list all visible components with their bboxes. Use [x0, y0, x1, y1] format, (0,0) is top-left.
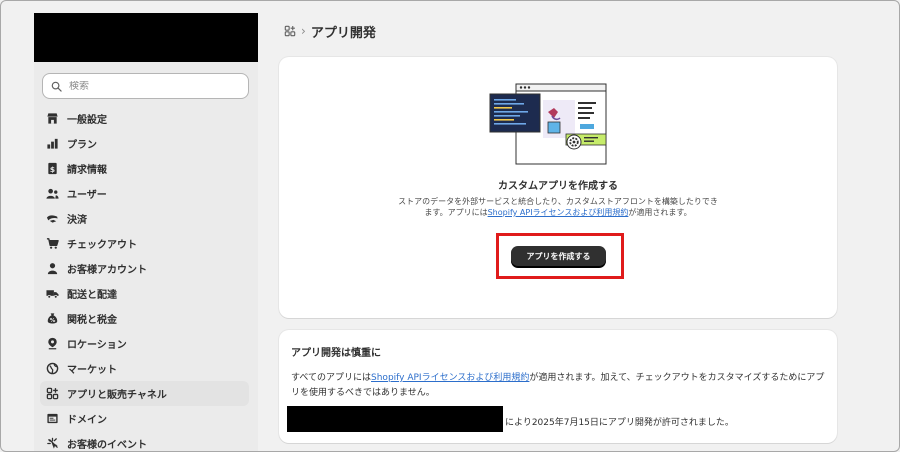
events-icon: [47, 437, 58, 449]
plan-icon: [47, 138, 58, 149]
sidebar-item-label: ユーザー: [67, 190, 107, 201]
apps-icon[interactable]: [284, 25, 296, 37]
billing-icon: $: [48, 162, 57, 175]
caution-title: アプリ開発は慎重に: [291, 348, 381, 359]
sidebar-item-markets[interactable]: マーケット: [40, 356, 249, 381]
caution-text: すべてのアプリにはShopify APIライセンスおよび利用規約が適用されます。…: [291, 371, 826, 401]
sidebar-item-customer-accounts[interactable]: お客様アカウント: [40, 256, 249, 281]
sidebar-item-label: 決済: [67, 215, 87, 226]
svg-text:$: $: [50, 165, 55, 174]
api-terms-link[interactable]: Shopify APIライセンスおよび利用規約: [371, 373, 529, 383]
sidebar: 一般設定 プラン $ 請求情報 ユーザー 決済 チェックアウト お客様アカウント: [34, 13, 258, 452]
settings-nav: 一般設定 プラン $ 請求情報 ユーザー 決済 チェックアウト お客様アカウント: [40, 106, 249, 452]
sidebar-item-taxes[interactable]: % 関税と税金: [40, 306, 249, 331]
sidebar-item-label: プラン: [67, 140, 97, 151]
store-icon: [47, 113, 58, 124]
truck-icon: [46, 290, 59, 299]
empty-state-title: カスタムアプリを作成する: [498, 181, 618, 192]
globe-icon: [46, 362, 59, 375]
person-icon: [47, 263, 58, 275]
permission-text: により2025年7月15日にアプリ開発が許可されました。: [505, 418, 734, 428]
search-input[interactable]: [69, 80, 229, 92]
sidebar-item-customer-events[interactable]: お客様のイベント: [40, 431, 249, 452]
create-app-button[interactable]: アプリを作成する: [511, 246, 606, 267]
api-terms-link[interactable]: Shopify APIライセンスおよび利用規約: [488, 208, 629, 217]
sidebar-item-apps[interactable]: アプリと販売チャネル: [40, 381, 249, 406]
sidebar-item-shipping[interactable]: 配送と配達: [40, 281, 249, 306]
sidebar-item-label: 一般設定: [67, 115, 107, 126]
sidebar-item-plan[interactable]: プラン: [40, 131, 249, 156]
search-icon: [51, 81, 62, 92]
custom-app-illustration: [489, 83, 607, 165]
payments-icon: [46, 215, 58, 223]
empty-state-description: ストアのデータを外部サービスと統合したり、カスタムストアフロントを構築したりでき…: [398, 196, 718, 218]
sidebar-item-billing[interactable]: $ 請求情報: [40, 156, 249, 181]
search-box[interactable]: [42, 73, 249, 99]
sidebar-item-label: ドメイン: [67, 415, 107, 426]
caution-card: アプリ開発は慎重に すべてのアプリにはShopify APIライセンスおよび利用…: [279, 330, 837, 443]
page-title: アプリ開発: [310, 25, 376, 41]
users-icon: [46, 188, 59, 199]
domain-icon: [47, 413, 58, 424]
sidebar-item-label: ロケーション: [67, 340, 127, 351]
store-header-redacted: [34, 13, 258, 62]
sidebar-item-label: 配送と配達: [67, 290, 117, 301]
create-app-card: カスタムアプリを作成する ストアのデータを外部サービスと統合したり、カスタムスト…: [279, 57, 837, 318]
sidebar-item-payments[interactable]: 決済: [40, 206, 249, 231]
caution-text-start: すべてのアプリには: [291, 373, 372, 383]
redacted-user-name: [287, 406, 503, 432]
sidebar-item-label: お客様アカウント: [67, 265, 147, 276]
svg-text:%: %: [50, 318, 56, 324]
sidebar-item-label: アプリと販売チャネル: [67, 390, 167, 401]
sidebar-item-locations[interactable]: ロケーション: [40, 331, 249, 356]
breadcrumb: › アプリ開発: [284, 21, 376, 41]
sidebar-item-domains[interactable]: ドメイン: [40, 406, 249, 431]
sidebar-item-label: 請求情報: [67, 165, 107, 176]
sidebar-item-label: チェックアウト: [67, 240, 137, 251]
sidebar-item-label: 関税と税金: [67, 315, 117, 326]
sidebar-item-general[interactable]: 一般設定: [40, 106, 249, 131]
sidebar-item-label: マーケット: [67, 365, 117, 376]
tax-icon: %: [47, 313, 58, 324]
sidebar-item-users[interactable]: ユーザー: [40, 181, 249, 206]
apps-icon: [46, 387, 59, 400]
sidebar-item-checkout[interactable]: チェックアウト: [40, 231, 249, 256]
sidebar-item-label: お客様のイベント: [67, 440, 147, 451]
description-text-end: が適用されます。: [628, 208, 692, 217]
location-icon: [48, 337, 57, 350]
cart-icon: [46, 238, 59, 249]
breadcrumb-chevron-icon: ›: [301, 24, 306, 38]
